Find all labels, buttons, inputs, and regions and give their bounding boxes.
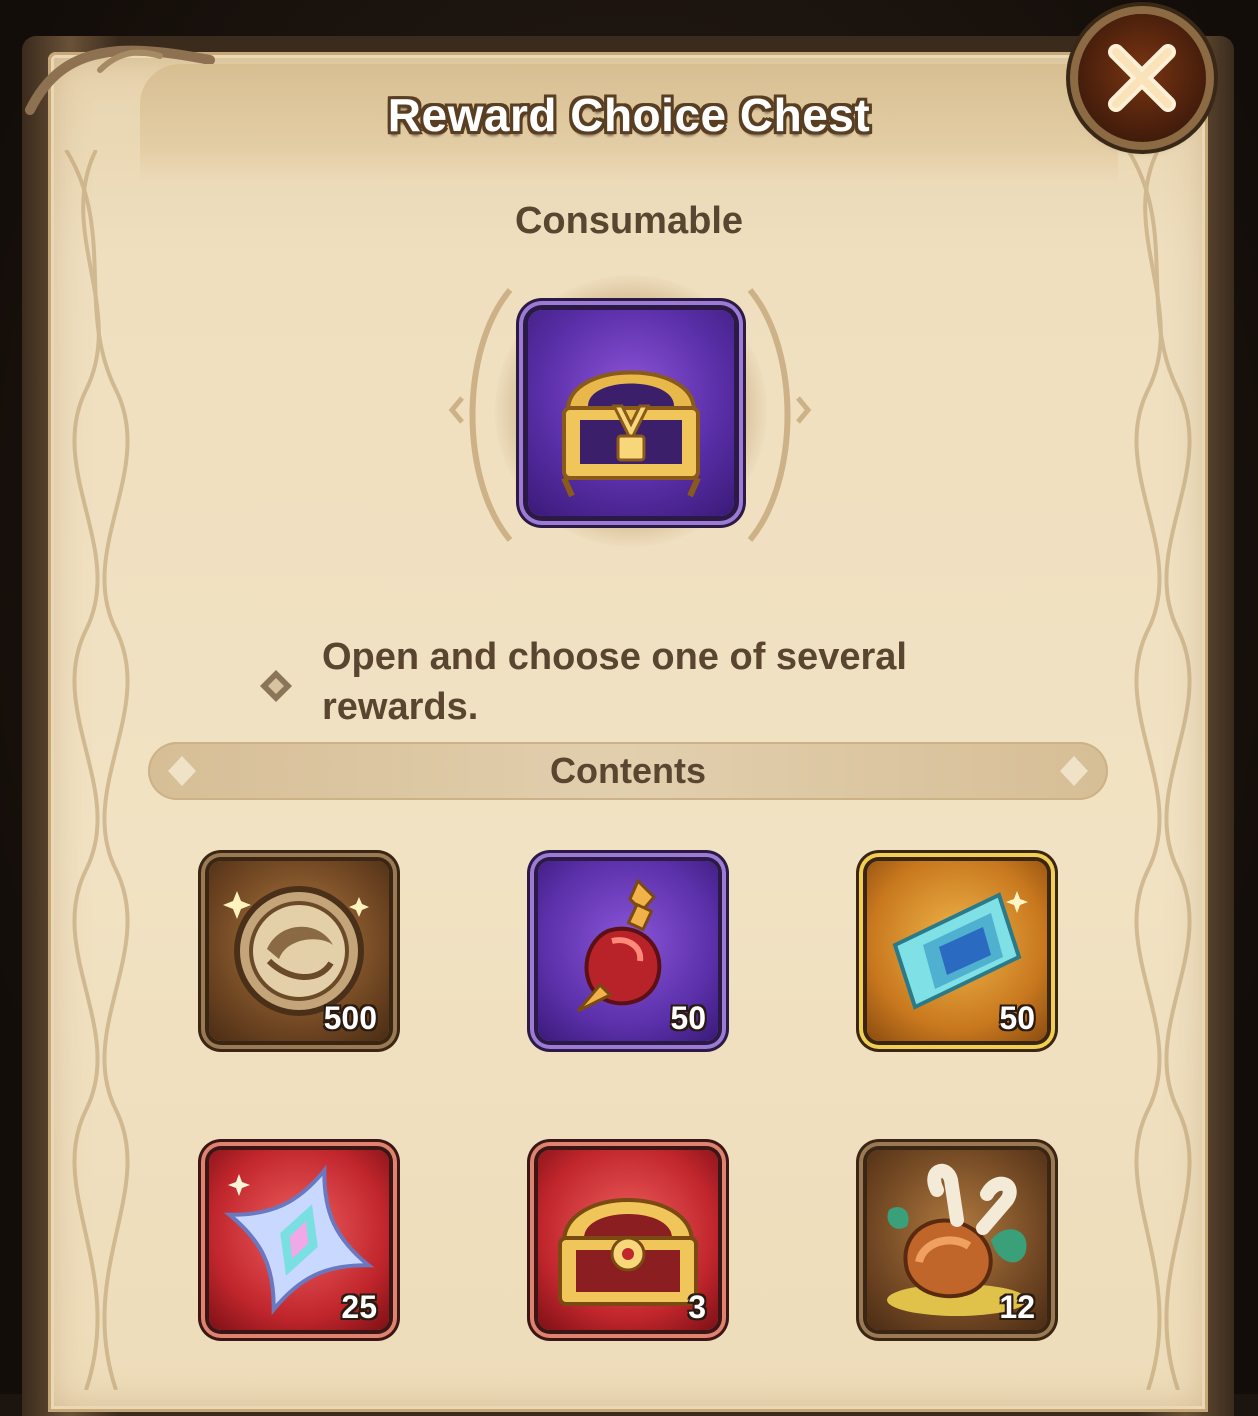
item-description: Open and choose one of several rewards. xyxy=(322,636,907,728)
reward-item-coin-medallion[interactable]: 500 xyxy=(209,861,389,1041)
item-quantity: 12 xyxy=(999,1289,1035,1325)
item-quantity: 3 xyxy=(688,1289,706,1325)
close-icon xyxy=(1108,44,1176,112)
reward-item-food[interactable]: 12 xyxy=(867,1150,1047,1330)
dialog-title: Reward Choice Chest xyxy=(387,89,871,141)
item-quantity: 25 xyxy=(341,1289,377,1325)
contents-label: Contents xyxy=(550,750,706,791)
left-border-ornament xyxy=(64,150,130,1390)
reward-item-crystal[interactable]: 50 xyxy=(867,861,1047,1041)
item-category: Consumable xyxy=(514,200,744,242)
reward-item-star-shard[interactable]: 25 xyxy=(209,1150,389,1330)
reward-item-red-chest[interactable]: 3 xyxy=(538,1150,718,1330)
reward-choice-chest-item xyxy=(528,310,734,516)
item-quantity: 500 xyxy=(323,1000,377,1036)
treasure-chest-icon xyxy=(561,370,701,498)
item-quantity: 50 xyxy=(999,1000,1035,1036)
right-border-ornament xyxy=(1126,150,1192,1390)
contents-header: Contents xyxy=(148,742,1108,800)
reward-item-potion[interactable]: 50 xyxy=(538,861,718,1041)
right-bar-ornament xyxy=(1060,756,1088,786)
item-quantity: 50 xyxy=(670,1000,706,1036)
close-button[interactable] xyxy=(1078,14,1206,142)
bullet-diamond-icon xyxy=(260,670,292,702)
